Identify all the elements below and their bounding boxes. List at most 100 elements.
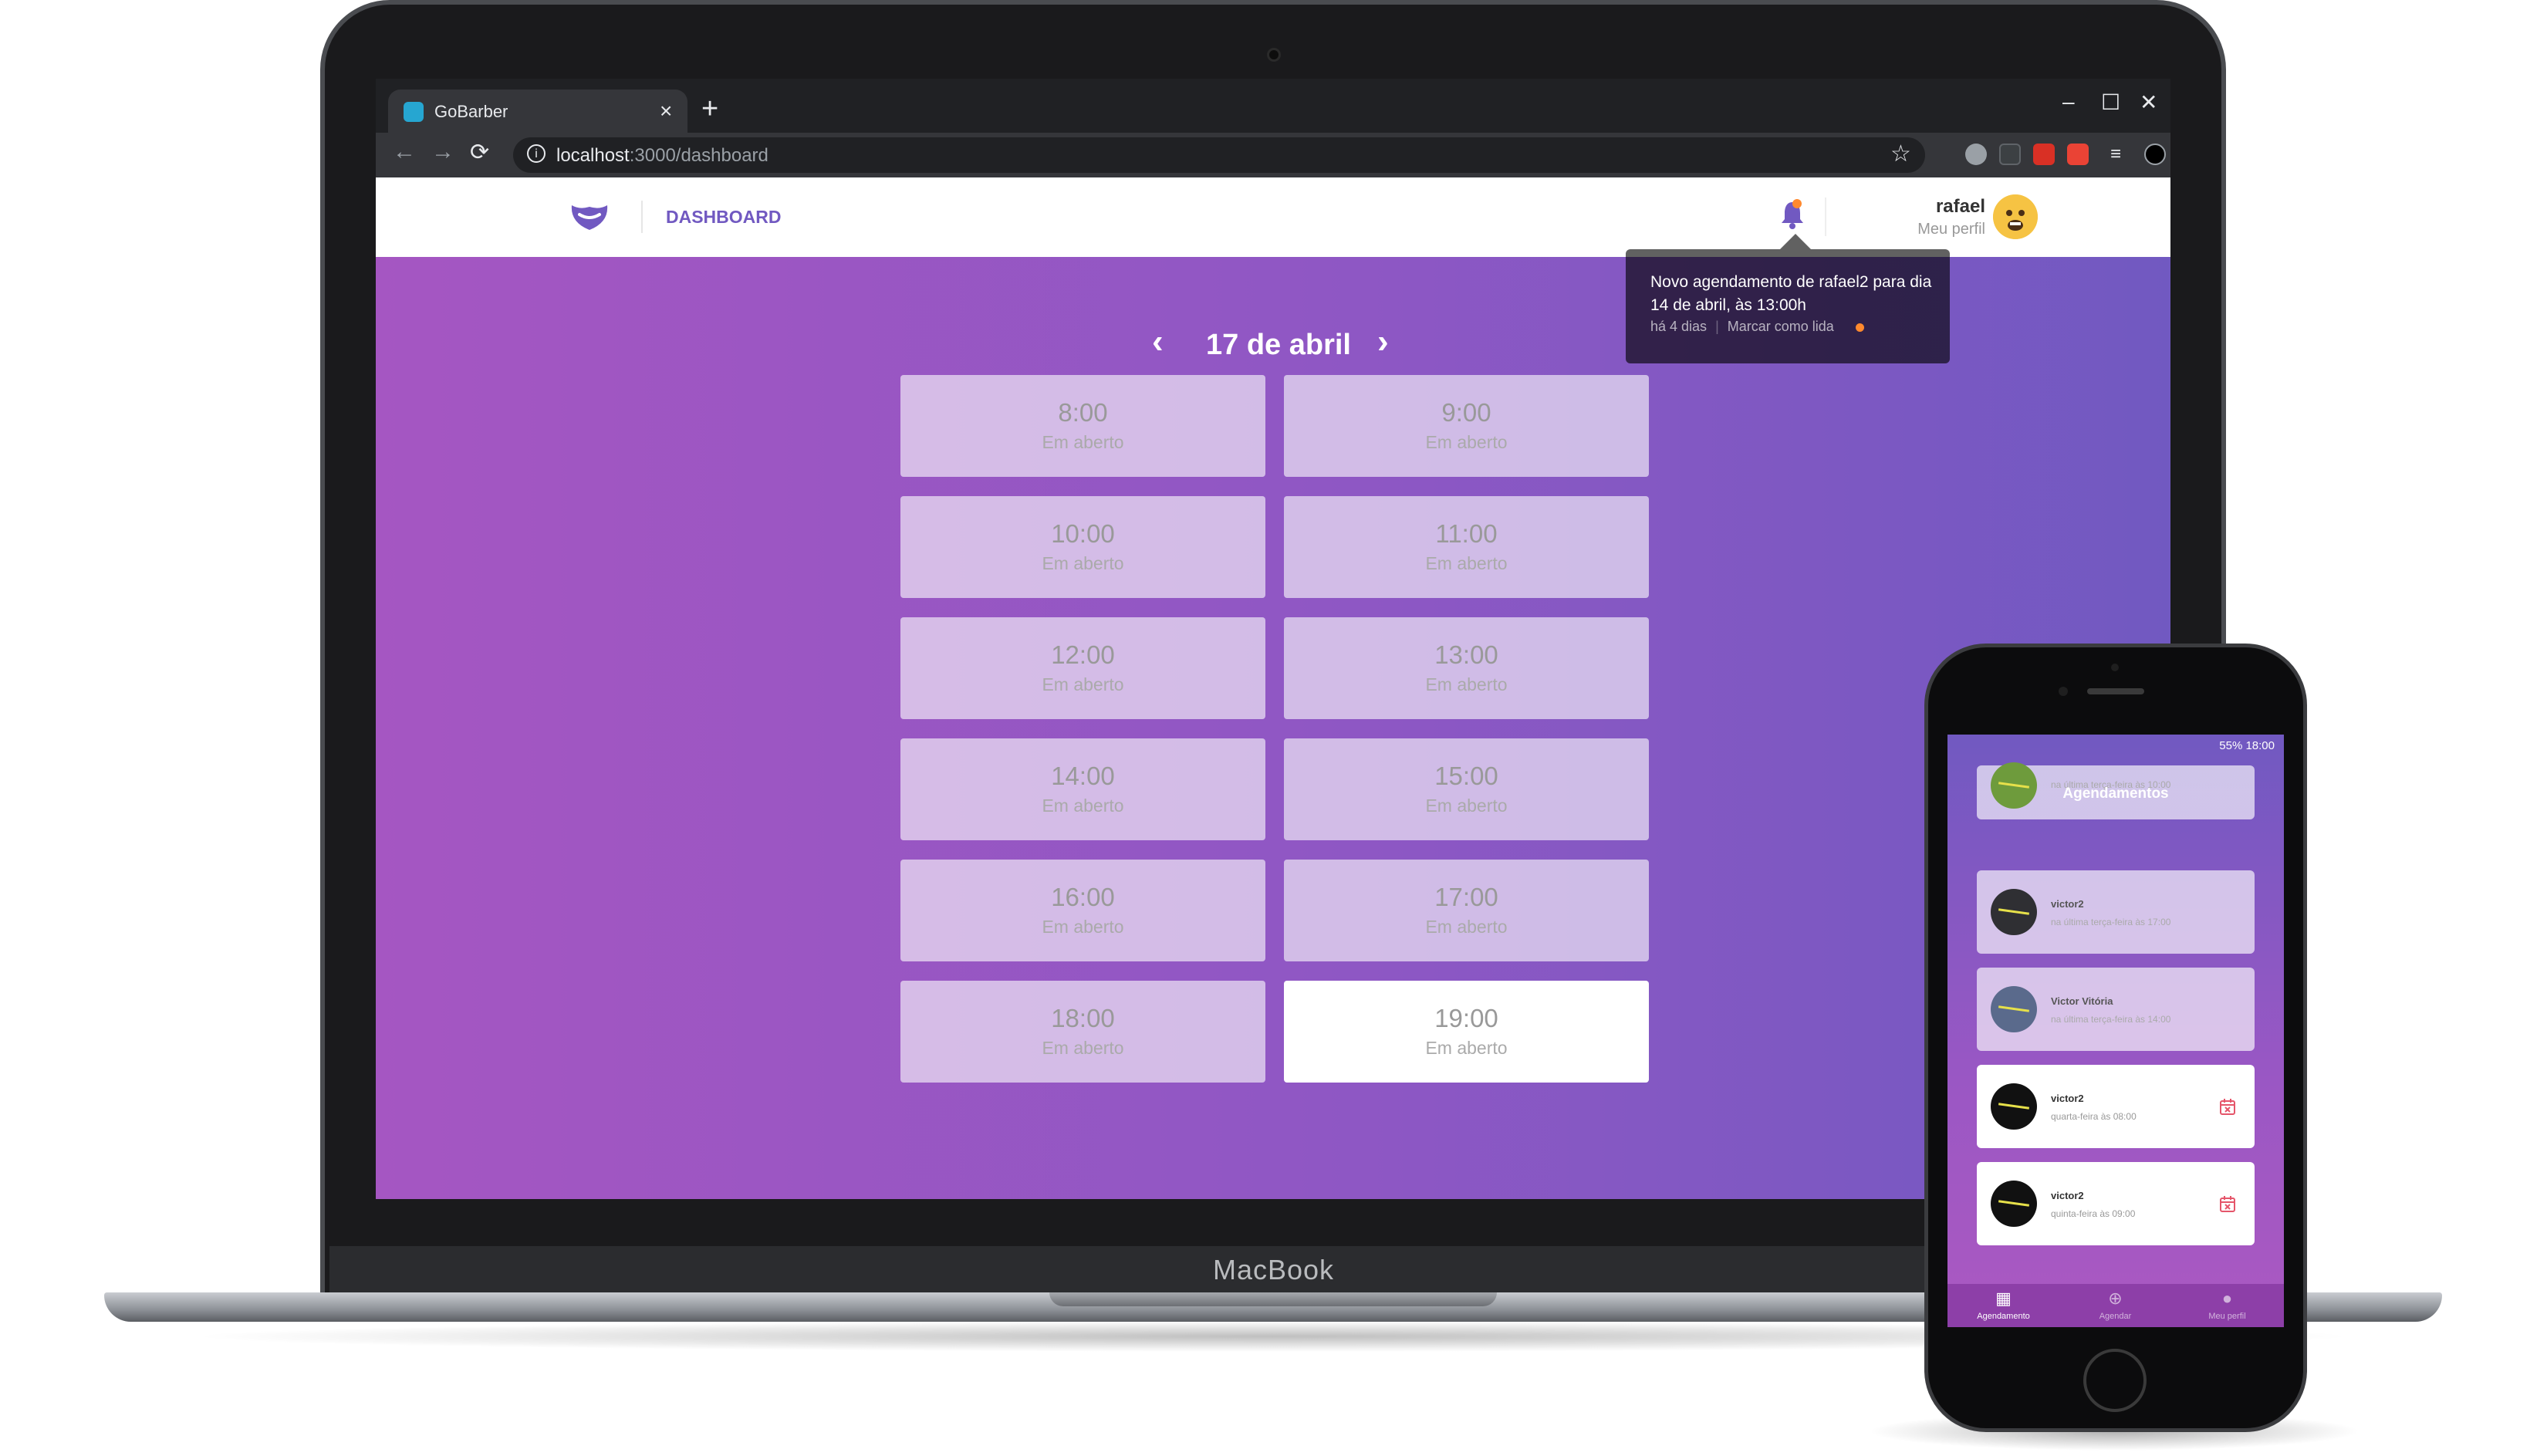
- extension-calendar-icon[interactable]: [2067, 144, 2089, 165]
- time-slot[interactable]: 18:00 Em aberto: [900, 981, 1265, 1083]
- next-day-chevron-icon[interactable]: ›: [1377, 323, 1389, 361]
- app-header: DASHBOARD rafael Meu perfil: [376, 177, 2170, 257]
- time-slot[interactable]: 9:00 Em aberto: [1284, 375, 1649, 477]
- unread-badge: [1792, 199, 1802, 208]
- slot-status: Em aberto: [1425, 553, 1508, 573]
- back-arrow-icon[interactable]: ←: [393, 139, 416, 165]
- status-text: 55% 18:00: [2219, 739, 2275, 752]
- time-slot[interactable]: 13:00 Em aberto: [1284, 617, 1649, 719]
- slot-status: Em aberto: [1042, 553, 1124, 573]
- profile-name: rafael: [1935, 196, 1985, 217]
- time-slot[interactable]: 8:00 Em aberto: [900, 375, 1265, 477]
- gobarber-logo-icon[interactable]: [569, 199, 610, 233]
- browser-tab[interactable]: GoBarber ×: [388, 90, 687, 133]
- provider-avatar: [1991, 1181, 2037, 1227]
- media-control-icon[interactable]: ≡: [2110, 144, 2132, 165]
- close-window-button[interactable]: ✕: [2140, 90, 2157, 115]
- notification-meta: há 4 dias | Marcar como lida: [1650, 319, 1834, 335]
- url-path: :3000/dashboard: [629, 145, 768, 166]
- slot-status: Em aberto: [1042, 1038, 1124, 1058]
- time-slot[interactable]: 17:00 Em aberto: [1284, 860, 1649, 961]
- appointment-card[interactable]: victor2 quinta-feira às 09:00: [1977, 1162, 2255, 1245]
- slot-status: Em aberto: [1042, 917, 1124, 937]
- current-date: 17 de abril: [1206, 329, 1351, 361]
- phone-front-camera: [2059, 687, 2068, 696]
- cancel-appointment-icon[interactable]: [2219, 1097, 2236, 1116]
- appointment-date: quinta-feira às 09:00: [2051, 1208, 2136, 1219]
- phone-speaker: [2087, 688, 2144, 694]
- time-slot[interactable]: 14:00 Em aberto: [900, 738, 1265, 840]
- cancel-appointment-icon[interactable]: [2219, 1194, 2236, 1213]
- notification-popover-arrow: [1780, 234, 1811, 249]
- provider-avatar: [1991, 986, 2037, 1032]
- appointment-card[interactable]: Victor Vitória na última terça-feira às 1…: [1977, 968, 2255, 1051]
- phone-app-title: Agendamentos: [2062, 785, 2169, 802]
- appointment-date: quarta-feira às 08:00: [2051, 1111, 2137, 1122]
- time-slot[interactable]: 15:00 Em aberto: [1284, 738, 1649, 840]
- slot-status: Em aberto: [1042, 674, 1124, 694]
- slot-status: Em aberto: [1425, 1038, 1508, 1058]
- provider-name: Victor Vitória: [2051, 995, 2113, 1007]
- phone-screen: 55% 18:00 na última terça-feira às 10:00…: [1947, 735, 2284, 1327]
- provider-name: victor2: [2051, 1190, 2084, 1201]
- bookmark-star-icon[interactable]: ☆: [1890, 140, 1911, 167]
- provider-name: victor2: [2051, 1093, 2084, 1104]
- profile-avatar-icon[interactable]: [2144, 144, 2166, 165]
- nav-dashboard-link[interactable]: DASHBOARD: [666, 207, 782, 228]
- appointment-card[interactable]: victor2 quarta-feira às 08:00: [1977, 1065, 2255, 1148]
- site-info-icon[interactable]: i: [527, 144, 546, 163]
- time-slot[interactable]: 16:00 Em aberto: [900, 860, 1265, 961]
- header-divider: [641, 201, 643, 233]
- tab-close-icon[interactable]: ×: [660, 99, 672, 123]
- previous-day-chevron-icon[interactable]: ‹: [1152, 323, 1164, 361]
- slot-time: 16:00: [1051, 883, 1115, 911]
- provider-avatar: [1991, 1083, 2037, 1130]
- appointment-date: na última terça-feira às 17:00: [2051, 917, 2171, 927]
- add-circle-icon: ⊕: [2108, 1289, 2123, 1308]
- slot-status: Em aberto: [1425, 796, 1508, 816]
- slot-time: 9:00: [1441, 398, 1491, 427]
- reload-icon[interactable]: ⟳: [470, 139, 489, 166]
- notification-time: há 4 dias: [1650, 319, 1708, 334]
- tab-label: Meu perfil: [2208, 1312, 2246, 1321]
- slot-time: 8:00: [1058, 398, 1108, 427]
- time-slot[interactable]: 11:00 Em aberto: [1284, 496, 1649, 598]
- provider-avatar: [1991, 889, 2037, 935]
- react-favicon-icon: [404, 102, 424, 122]
- notification-text: Novo agendamento de rafael2 para dia 14 …: [1650, 273, 1932, 314]
- tab-title: GoBarber: [434, 102, 508, 121]
- time-slot[interactable]: 19:00 Em aberto: [1284, 981, 1649, 1083]
- phone-sensor: [2111, 664, 2119, 671]
- appointment-date: na última terça-feira às 14:00: [2051, 1014, 2171, 1025]
- slot-time: 19:00: [1434, 1004, 1498, 1032]
- avatar-detail: [1998, 1103, 2030, 1110]
- phone-status-bar: 55% 18:00: [1947, 735, 2284, 756]
- slot-time: 15:00: [1434, 762, 1498, 790]
- profile-link[interactable]: Meu perfil: [1842, 221, 1985, 238]
- calendar-icon: ▦: [1995, 1289, 2012, 1308]
- notification-unread-dot: [1856, 323, 1864, 332]
- avatar-detail: [1998, 908, 2030, 915]
- extension-icon[interactable]: [1999, 144, 2021, 165]
- appointment-card[interactable]: victor2 na última terça-feira às 17:00: [1977, 870, 2255, 954]
- extension-gear-icon[interactable]: [1965, 144, 1987, 165]
- browser-toolbar: ← → ⟳ i localhost:3000/dashboard ☆ ≡ ⋮: [376, 133, 2170, 177]
- phone-home-button[interactable]: [2083, 1349, 2147, 1412]
- maximize-button[interactable]: ☐: [2101, 90, 2120, 115]
- dashboard-page: DASHBOARD rafael Meu perfil Novo agendam…: [376, 177, 2170, 1199]
- mark-as-read-button[interactable]: Marcar como lida: [1728, 319, 1834, 334]
- address-bar[interactable]: i localhost:3000/dashboard ☆: [513, 137, 1925, 173]
- forward-arrow-icon[interactable]: →: [431, 139, 454, 165]
- time-slot[interactable]: 10:00 Em aberto: [900, 496, 1265, 598]
- slot-time: 18:00: [1051, 1004, 1115, 1032]
- header-divider: [1825, 198, 1826, 236]
- slot-time: 14:00: [1051, 762, 1115, 790]
- slot-status: Em aberto: [1425, 917, 1508, 937]
- slot-status: Em aberto: [1042, 432, 1124, 452]
- extension-red-icon[interactable]: [2033, 144, 2055, 165]
- slot-time: 17:00: [1434, 883, 1498, 911]
- new-tab-button[interactable]: +: [701, 93, 718, 126]
- user-avatar[interactable]: [1993, 194, 2038, 239]
- minimize-button[interactable]: –: [2062, 90, 2075, 114]
- time-slot[interactable]: 12:00 Em aberto: [900, 617, 1265, 719]
